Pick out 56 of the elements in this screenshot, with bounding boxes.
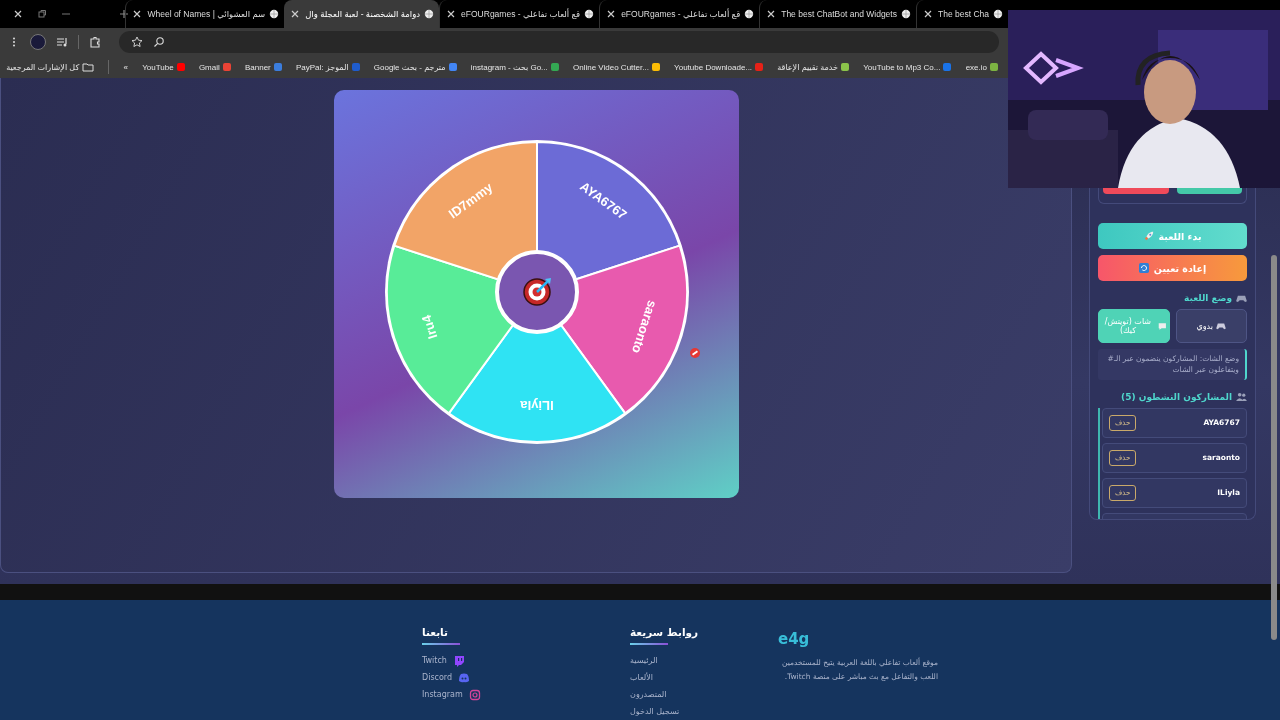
bookmark-link[interactable]: مترجم - بحث Google (373, 62, 457, 72)
refresh-icon (1138, 263, 1149, 274)
gamepad-icon (1236, 293, 1247, 303)
profile-avatar[interactable] (30, 34, 46, 50)
segment-label: ILiyla (520, 397, 554, 413)
bookmark-link[interactable]: exe.io (965, 62, 998, 72)
bookmark-link[interactable]: Online Video Cutter... (573, 62, 660, 72)
bookmark-link[interactable]: YouTube to Mp3 Co... (863, 62, 952, 72)
bookmark-link[interactable]: instagram - بحث Go... (470, 62, 559, 72)
all-bookmarks-link[interactable]: كل الإشارات المرجعية (6, 61, 95, 73)
discord-icon (458, 671, 471, 684)
globe-icon (744, 9, 755, 19)
footer-link[interactable]: المتصدرون (630, 686, 667, 703)
people-icon (1236, 391, 1247, 402)
globe-icon (993, 9, 1003, 19)
bookmark-link[interactable]: خدمة تقييم الإعاقة (777, 62, 849, 72)
gamepad-icon (1216, 322, 1227, 331)
rocket-icon (1143, 231, 1154, 242)
section-heading: وضع اللعبة (1184, 293, 1232, 304)
footer-heading: تابعنا (422, 626, 448, 638)
globe-icon (424, 9, 435, 19)
overflow-chevron[interactable]: » (123, 62, 129, 72)
bookmark-link[interactable]: Gmail (198, 62, 231, 72)
social-link[interactable]: Discord (422, 669, 471, 686)
new-tab-icon[interactable] (118, 8, 130, 20)
browser-tab[interactable]: دوامة الشخصنة - لعبة العجلة وال (284, 0, 440, 28)
social-link[interactable]: Twitch (422, 652, 465, 669)
footer-link[interactable]: الرئيسية (630, 652, 658, 669)
globe-icon (269, 9, 280, 19)
no-entry-icon (690, 348, 700, 358)
bookmark-star-icon[interactable] (131, 36, 143, 48)
mode-option[interactable]: بدوي (1175, 309, 1247, 344)
chat-icon (1157, 321, 1167, 331)
bookmark-link[interactable]: Banner (245, 62, 282, 72)
scrollbar-thumb[interactable] (1271, 255, 1277, 640)
social-link[interactable]: Instagram (422, 686, 481, 703)
restore-icon[interactable] (36, 8, 48, 20)
footer-link[interactable]: تسجيل الدخول (630, 703, 680, 720)
section-heading: المشاركون النشطون (5) (1121, 391, 1232, 402)
playlist-icon[interactable] (56, 36, 68, 48)
segment-label: Iru4 (418, 313, 441, 341)
bookmark-link[interactable]: YouTube (142, 62, 185, 72)
bookmark-link[interactable]: Youtube Downloade... (674, 62, 764, 72)
footer-heading: روابط سريعة (630, 626, 699, 638)
extensions-icon[interactable] (89, 36, 101, 48)
search-icon[interactable] (153, 36, 165, 48)
twitch-icon (452, 654, 465, 667)
globe-icon (900, 9, 911, 19)
brand-logo[interactable]: e4g (778, 630, 810, 648)
folder-icon (82, 61, 95, 73)
globe-icon (584, 9, 595, 19)
instagram-icon (468, 688, 481, 701)
bookmark-link[interactable]: PayPal: الموجز (296, 62, 360, 72)
close-icon[interactable] (12, 8, 24, 20)
target-icon (523, 278, 551, 306)
footer-link[interactable]: الألعاب (630, 669, 654, 686)
